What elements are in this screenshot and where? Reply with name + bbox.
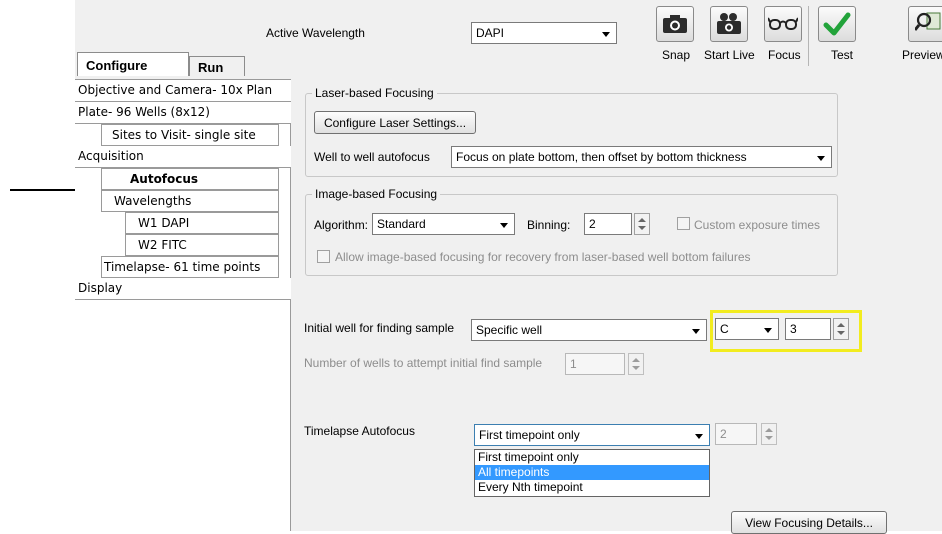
- tab-run[interactable]: Run: [189, 56, 245, 76]
- sidebar-item-label: Wavelengths: [114, 194, 192, 208]
- test-button[interactable]: [818, 6, 856, 42]
- checkmark-icon: [823, 12, 851, 36]
- initial-well-label: Initial well for finding sample: [304, 321, 455, 335]
- active-wavelength-label: Active Wavelength: [266, 26, 365, 40]
- chevron-down-icon: [692, 329, 700, 334]
- laser-focusing-legend: Laser-based Focusing: [312, 86, 437, 100]
- sidebar-item-label: Objective and Camera- 10x Plan: [78, 83, 273, 97]
- sidebar-item-timelapse[interactable]: Timelapse- 61 time points: [101, 256, 279, 278]
- binning-stepper[interactable]: [634, 213, 650, 235]
- chevron-down-icon: [695, 434, 703, 439]
- toolbar-separator: [808, 6, 809, 66]
- attempts-label: Number of wells to attempt initial find …: [304, 356, 543, 370]
- well-to-well-value: Focus on plate bottom, then offset by bo…: [456, 150, 747, 164]
- sidebar-item-objective-camera[interactable]: Objective and Camera- 10x Plan: [75, 80, 291, 102]
- allow-recovery-checkbox[interactable]: [317, 250, 330, 263]
- preview-label: Preview: [902, 48, 942, 62]
- sidebar-item-label: Display: [78, 281, 123, 295]
- sidebar-item-label: W2 FITC: [138, 238, 187, 252]
- camera-icon: [663, 15, 687, 33]
- initial-well-mode-value: Specific well: [476, 323, 543, 337]
- stepper-up-icon: [632, 358, 640, 362]
- dropdown-option-highlighted[interactable]: All timepoints: [475, 465, 709, 480]
- initial-well-mode-select[interactable]: Specific well: [471, 319, 707, 341]
- stepper-up-icon: [638, 218, 646, 222]
- preview-button[interactable]: [908, 6, 942, 42]
- highlight-box: [710, 310, 862, 352]
- snap-button[interactable]: [656, 6, 694, 42]
- start-live-button[interactable]: [710, 6, 748, 42]
- attempts-stepper[interactable]: [628, 353, 644, 375]
- chevron-down-icon: [500, 223, 508, 228]
- well-to-well-label: Well to well autofocus: [314, 150, 430, 164]
- nth-timepoint-input[interactable]: 2: [715, 423, 757, 445]
- binning-input[interactable]: 2: [584, 213, 632, 235]
- custom-exposure-label: Custom exposure times: [694, 218, 821, 232]
- focus-label: Focus: [768, 48, 801, 62]
- chevron-down-icon: [817, 156, 825, 161]
- algorithm-value: Standard: [377, 217, 426, 231]
- sidebar-item-label: Sites to Visit- single site: [112, 128, 256, 142]
- sidebar-item-label: Timelapse- 61 time points: [104, 260, 261, 274]
- stepper-down-icon: [638, 226, 646, 230]
- timelapse-autofocus-value: First timepoint only: [479, 428, 580, 442]
- stepper-down-icon: [632, 366, 640, 370]
- sidebar-item-label: W1 DAPI: [138, 216, 190, 230]
- eyeglasses-icon: [768, 17, 798, 30]
- sidebar-item-sites[interactable]: Sites to Visit- single site: [101, 124, 279, 146]
- image-focusing-legend: Image-based Focusing: [312, 187, 441, 201]
- sidebar-item-plate[interactable]: Plate- 96 Wells (8x12): [75, 102, 291, 124]
- sidebar-item-label: Autofocus: [130, 172, 199, 186]
- test-label: Test: [831, 48, 854, 62]
- settings-sidebar: Objective and Camera- 10x Plan Plate- 96…: [75, 79, 291, 531]
- stepper-down-icon: [765, 436, 773, 440]
- focus-button[interactable]: [764, 6, 802, 42]
- active-wavelength-value: DAPI: [476, 26, 505, 40]
- algorithm-select[interactable]: Standard: [372, 213, 515, 235]
- sidebar-item-autofocus[interactable]: Autofocus: [101, 168, 279, 190]
- sidebar-item-label: Plate- 96 Wells (8x12): [78, 105, 210, 119]
- chevron-down-icon: [602, 32, 610, 37]
- binning-label: Binning:: [527, 218, 571, 232]
- sidebar-item-w2-fitc[interactable]: W2 FITC: [125, 234, 279, 256]
- snap-label: Snap: [662, 48, 691, 62]
- dropdown-option[interactable]: Every Nth timepoint: [475, 480, 709, 495]
- stepper-up-icon: [765, 428, 773, 432]
- configure-laser-settings-button[interactable]: Configure Laser Settings...: [314, 111, 476, 134]
- timelapse-autofocus-dropdown: First timepoint only All timepoints Ever…: [474, 449, 710, 497]
- attempts-input[interactable]: 1: [565, 353, 625, 375]
- start-live-label: Start Live: [704, 48, 755, 62]
- sidebar-item-display[interactable]: Display: [75, 278, 291, 300]
- sidebar-item-label: Acquisition: [78, 149, 144, 163]
- timelapse-autofocus-select[interactable]: First timepoint only: [474, 424, 710, 446]
- algorithm-label: Algorithm:: [314, 218, 369, 232]
- active-wavelength-select[interactable]: DAPI: [471, 22, 617, 44]
- video-camera-icon: [717, 13, 741, 34]
- sidebar-item-acquisition[interactable]: Acquisition: [75, 146, 291, 168]
- dropdown-option[interactable]: First timepoint only: [475, 450, 709, 465]
- custom-exposure-checkbox[interactable]: [677, 217, 690, 230]
- sidebar-item-wavelengths[interactable]: Wavelengths: [101, 190, 279, 212]
- sidebar-item-w1-dapi[interactable]: W1 DAPI: [125, 212, 279, 234]
- preview-icon: [915, 12, 941, 31]
- allow-recovery-label: Allow image-based focusing for recovery …: [335, 250, 751, 264]
- timelapse-autofocus-label: Timelapse Autofocus: [304, 424, 415, 438]
- nth-timepoint-stepper[interactable]: [761, 423, 777, 445]
- well-to-well-select[interactable]: Focus on plate bottom, then offset by bo…: [451, 146, 832, 168]
- tab-configure[interactable]: Configure: [77, 52, 189, 76]
